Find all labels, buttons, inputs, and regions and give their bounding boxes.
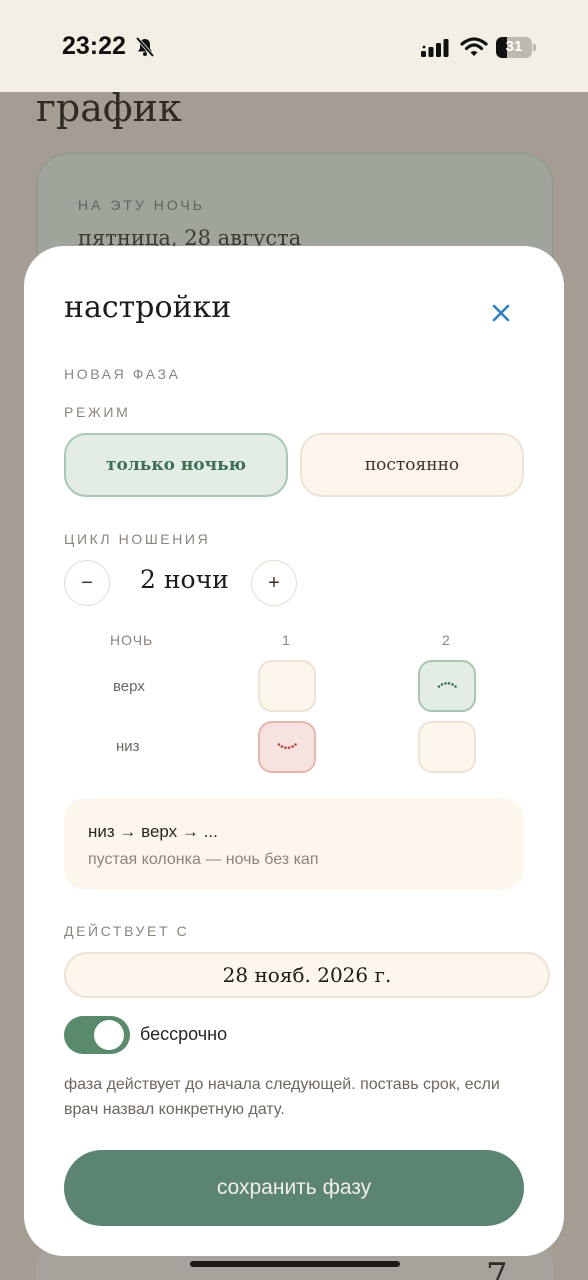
signal-icon [421, 39, 449, 57]
grid-cell-top-night-1[interactable] [258, 660, 316, 712]
mode-permanent-button[interactable]: постоянно [300, 433, 524, 497]
grid-header-col-1: 1 [282, 632, 291, 648]
effective-date-field[interactable]: 28 нояб. 2026 г. [64, 952, 550, 998]
sequence-text: низ → верх → ... [88, 822, 218, 841]
indefinite-toggle[interactable] [64, 1016, 130, 1054]
grid-header-night: НОЧЬ [110, 632, 154, 648]
cycle-caption: ЦИКЛ НОШЕНИЯ [64, 531, 211, 547]
status-bar: 23:22 31 [0, 0, 588, 92]
grid-cell-top-night-2[interactable] [418, 660, 476, 712]
decrease-cycle-button[interactable]: − [64, 560, 110, 606]
battery-level: 31 [505, 38, 523, 55]
sequence-info: низ → верх → ... пустая колонка — ночь б… [64, 798, 524, 890]
battery-icon: 31 [496, 37, 536, 58]
grid-cell-bottom-night-2[interactable] [418, 721, 476, 773]
cycle-value: 2 ночи [140, 565, 229, 594]
row-label-bottom: низ [116, 738, 140, 755]
grid-header-col-2: 2 [442, 632, 451, 648]
sheet-title: настройки [64, 290, 232, 325]
mode-night-only-button[interactable]: только ночью [64, 433, 288, 497]
tonight-caption: НА ЭТУ НОЧЬ [78, 197, 205, 213]
phase-note: фаза действует до начала следующей. пост… [64, 1076, 500, 1118]
page-title: график [36, 86, 182, 130]
mode-caption: РЕЖИМ [64, 404, 131, 420]
settings-sheet: настройки НОВАЯ ФАЗА РЕЖИМ только ночью … [24, 246, 564, 1256]
background-day-number: 7 [486, 1256, 508, 1280]
toggle-knob [94, 1020, 124, 1050]
close-icon[interactable] [486, 298, 516, 328]
lower-tray-icon [277, 743, 297, 749]
upper-tray-icon [437, 682, 457, 688]
increase-cycle-button[interactable]: + [251, 560, 297, 606]
new-phase-caption: НОВАЯ ФАЗА [64, 366, 181, 382]
wifi-icon [460, 37, 488, 56]
indefinite-label: бессрочно [140, 1024, 228, 1044]
home-indicator[interactable] [190, 1261, 400, 1267]
row-label-top: верх [113, 678, 145, 695]
grid-cell-bottom-night-1[interactable] [258, 721, 316, 773]
sequence-hint: пустая колонка — ночь без кап [88, 851, 319, 868]
status-time: 23:22 [62, 32, 126, 60]
save-phase-button[interactable]: сохранить фазу [64, 1150, 524, 1226]
effective-caption: ДЕЙСТВУЕТ С [64, 923, 190, 939]
bell-slash-icon [135, 36, 155, 58]
